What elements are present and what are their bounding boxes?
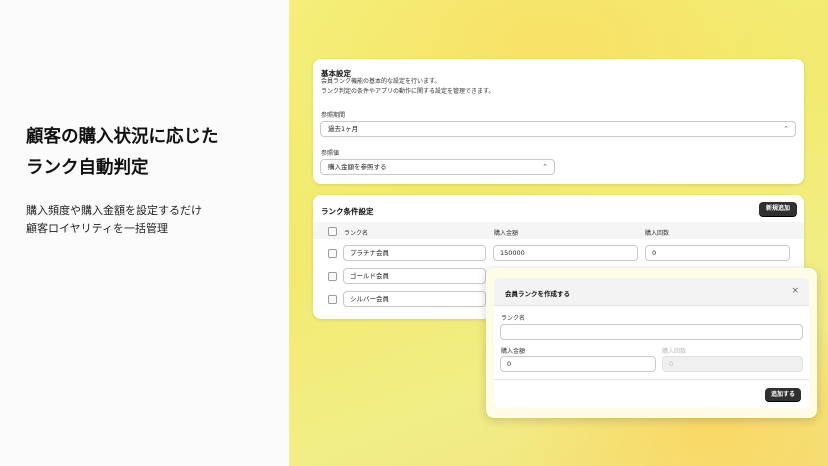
row-checkbox[interactable] — [328, 249, 337, 258]
modal-divider — [494, 379, 809, 380]
rank-conditions-title: ランク条件設定 — [321, 207, 374, 216]
rank-name-input[interactable]: プラチナ会員 — [343, 245, 486, 261]
period-label: 参照期間 — [321, 112, 346, 119]
row-checkbox[interactable] — [328, 272, 337, 281]
modal-amount-input[interactable]: 0 — [500, 356, 656, 372]
rank-name-input[interactable]: シルバー会員 — [343, 291, 486, 307]
basic-settings-desc-2: ランク判定の条件やアプリの動作に関する設定を管理できます。 — [321, 88, 495, 95]
hero-subtext-line2: 顧客ロイヤリティを一括管理 — [26, 222, 169, 235]
modal-submit-button[interactable]: 追加する — [765, 388, 801, 401]
column-header-amount: 購入金額 — [494, 230, 519, 237]
hero-subtext-line1: 購入頻度や購入金額を設定するだけ — [26, 204, 202, 217]
column-header-rank-name: ランク名 — [344, 230, 369, 237]
period-select[interactable]: 過去1ヶ月 ⌃ — [320, 121, 796, 137]
add-rank-button[interactable]: 新規追加 — [759, 202, 797, 216]
create-rank-modal: 会員ランクを作成する × ランク名 購入金額 0 購入回数 0 追加する — [494, 278, 809, 408]
modal-header: 会員ランクを作成する × — [494, 278, 809, 306]
row-checkbox[interactable] — [328, 295, 337, 304]
close-icon[interactable]: × — [791, 286, 799, 296]
hero-panel: 顧客の購入状況に応じた ランク自動判定 購入頻度や購入金額を設定するだけ 顧客ロ… — [0, 0, 289, 466]
amount-input[interactable]: 150000 — [493, 245, 638, 261]
modal-count-label: 購入回数 — [662, 348, 687, 355]
modal-count-input: 0 — [662, 356, 803, 372]
rank-name-input[interactable]: ゴールド会員 — [343, 268, 486, 284]
basic-settings-desc-1: 会員ランク機能の基本的な設定を行います。 — [321, 78, 441, 85]
modal-amount-label: 購入金額 — [501, 348, 526, 355]
count-input[interactable]: 0 — [645, 245, 790, 261]
modal-rank-name-input[interactable] — [500, 324, 803, 340]
hero-headline: 顧客の購入状況に応じた ランク自動判定 — [26, 122, 219, 184]
table-header — [313, 222, 804, 239]
select-chevron-icon: ⌃ — [542, 163, 548, 171]
hero-headline-line1: 顧客の購入状況に応じた — [26, 127, 219, 147]
hero-subtext: 購入頻度や購入金額を設定するだけ 顧客ロイヤリティを一括管理 — [26, 202, 202, 238]
period-select-value: 過去1ヶ月 — [328, 125, 359, 133]
column-header-count: 購入回数 — [645, 230, 670, 237]
reference-select[interactable]: 購入金額を参照する ⌃ — [320, 159, 555, 175]
modal-title: 会員ランクを作成する — [505, 290, 570, 298]
select-all-checkbox[interactable] — [328, 227, 337, 236]
reference-select-value: 購入金額を参照する — [328, 163, 387, 171]
rank-name-label: ランク名 — [501, 315, 526, 322]
hero-headline-line2: ランク自動判定 — [26, 158, 149, 178]
select-chevron-icon: ⌃ — [783, 125, 789, 133]
reference-label: 参照値 — [321, 150, 340, 157]
